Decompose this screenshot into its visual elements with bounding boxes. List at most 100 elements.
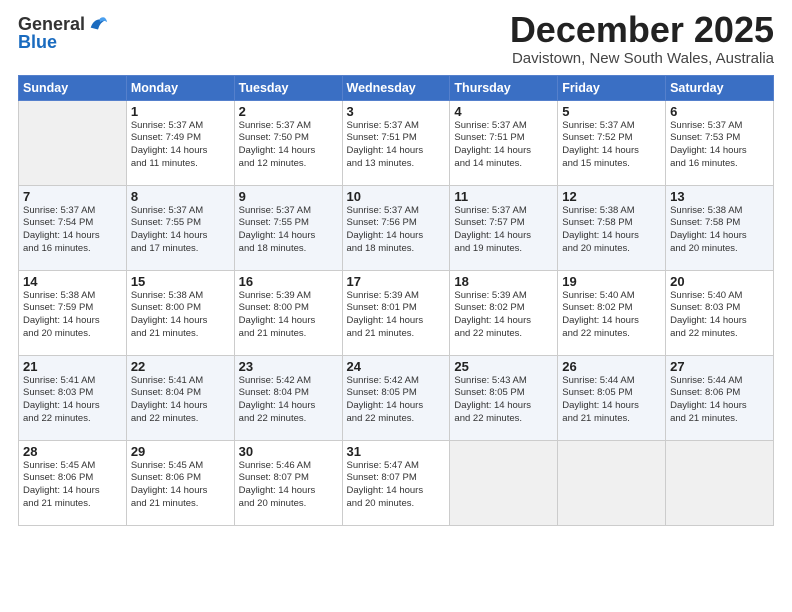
day-info: Sunrise: 5:39 AM Sunset: 8:02 PM Dayligh… xyxy=(454,290,553,341)
day-number: 5 xyxy=(562,104,661,119)
header: General Blue December 2025 Davistown, Ne… xyxy=(18,10,774,67)
logo: General Blue xyxy=(18,14,109,53)
day-info: Sunrise: 5:41 AM Sunset: 8:03 PM Dayligh… xyxy=(23,375,122,426)
calendar-cell: 14Sunrise: 5:38 AM Sunset: 7:59 PM Dayli… xyxy=(19,270,127,355)
calendar: SundayMondayTuesdayWednesdayThursdayFrid… xyxy=(18,75,774,526)
day-info: Sunrise: 5:46 AM Sunset: 8:07 PM Dayligh… xyxy=(239,460,338,511)
day-number: 2 xyxy=(239,104,338,119)
day-info: Sunrise: 5:41 AM Sunset: 8:04 PM Dayligh… xyxy=(131,375,230,426)
day-info: Sunrise: 5:37 AM Sunset: 7:53 PM Dayligh… xyxy=(670,120,769,171)
day-info: Sunrise: 5:40 AM Sunset: 8:02 PM Dayligh… xyxy=(562,290,661,341)
calendar-cell: 6Sunrise: 5:37 AM Sunset: 7:53 PM Daylig… xyxy=(666,100,774,185)
calendar-cell: 15Sunrise: 5:38 AM Sunset: 8:00 PM Dayli… xyxy=(126,270,234,355)
calendar-cell: 19Sunrise: 5:40 AM Sunset: 8:02 PM Dayli… xyxy=(558,270,666,355)
logo-blue-text: Blue xyxy=(18,32,109,53)
calendar-cell xyxy=(450,440,558,525)
day-info: Sunrise: 5:38 AM Sunset: 7:58 PM Dayligh… xyxy=(562,205,661,256)
title-block: December 2025 Davistown, New South Wales… xyxy=(510,10,774,67)
page: General Blue December 2025 Davistown, Ne… xyxy=(0,0,792,612)
calendar-cell xyxy=(666,440,774,525)
calendar-cell: 20Sunrise: 5:40 AM Sunset: 8:03 PM Dayli… xyxy=(666,270,774,355)
day-number: 16 xyxy=(239,274,338,289)
calendar-cell: 24Sunrise: 5:42 AM Sunset: 8:05 PM Dayli… xyxy=(342,355,450,440)
day-info: Sunrise: 5:37 AM Sunset: 7:50 PM Dayligh… xyxy=(239,120,338,171)
day-number: 29 xyxy=(131,444,230,459)
calendar-cell: 31Sunrise: 5:47 AM Sunset: 8:07 PM Dayli… xyxy=(342,440,450,525)
day-number: 3 xyxy=(347,104,446,119)
day-number: 6 xyxy=(670,104,769,119)
day-info: Sunrise: 5:37 AM Sunset: 7:51 PM Dayligh… xyxy=(347,120,446,171)
day-info: Sunrise: 5:45 AM Sunset: 8:06 PM Dayligh… xyxy=(131,460,230,511)
calendar-cell: 17Sunrise: 5:39 AM Sunset: 8:01 PM Dayli… xyxy=(342,270,450,355)
calendar-cell: 27Sunrise: 5:44 AM Sunset: 8:06 PM Dayli… xyxy=(666,355,774,440)
day-info: Sunrise: 5:37 AM Sunset: 7:55 PM Dayligh… xyxy=(131,205,230,256)
calendar-cell: 2Sunrise: 5:37 AM Sunset: 7:50 PM Daylig… xyxy=(234,100,342,185)
calendar-cell: 28Sunrise: 5:45 AM Sunset: 8:06 PM Dayli… xyxy=(19,440,127,525)
day-info: Sunrise: 5:37 AM Sunset: 7:51 PM Dayligh… xyxy=(454,120,553,171)
calendar-cell: 16Sunrise: 5:39 AM Sunset: 8:00 PM Dayli… xyxy=(234,270,342,355)
day-info: Sunrise: 5:37 AM Sunset: 7:49 PM Dayligh… xyxy=(131,120,230,171)
day-number: 13 xyxy=(670,189,769,204)
day-info: Sunrise: 5:39 AM Sunset: 8:01 PM Dayligh… xyxy=(347,290,446,341)
day-number: 27 xyxy=(670,359,769,374)
calendar-cell xyxy=(558,440,666,525)
day-number: 18 xyxy=(454,274,553,289)
calendar-header-wednesday: Wednesday xyxy=(342,75,450,100)
day-info: Sunrise: 5:42 AM Sunset: 8:04 PM Dayligh… xyxy=(239,375,338,426)
calendar-cell: 8Sunrise: 5:37 AM Sunset: 7:55 PM Daylig… xyxy=(126,185,234,270)
calendar-cell: 5Sunrise: 5:37 AM Sunset: 7:52 PM Daylig… xyxy=(558,100,666,185)
day-info: Sunrise: 5:39 AM Sunset: 8:00 PM Dayligh… xyxy=(239,290,338,341)
day-number: 22 xyxy=(131,359,230,374)
day-info: Sunrise: 5:38 AM Sunset: 7:58 PM Dayligh… xyxy=(670,205,769,256)
day-info: Sunrise: 5:44 AM Sunset: 8:05 PM Dayligh… xyxy=(562,375,661,426)
calendar-cell: 30Sunrise: 5:46 AM Sunset: 8:07 PM Dayli… xyxy=(234,440,342,525)
calendar-cell: 22Sunrise: 5:41 AM Sunset: 8:04 PM Dayli… xyxy=(126,355,234,440)
logo-icon xyxy=(87,13,109,35)
calendar-header-thursday: Thursday xyxy=(450,75,558,100)
day-info: Sunrise: 5:38 AM Sunset: 7:59 PM Dayligh… xyxy=(23,290,122,341)
day-number: 20 xyxy=(670,274,769,289)
calendar-cell: 9Sunrise: 5:37 AM Sunset: 7:55 PM Daylig… xyxy=(234,185,342,270)
day-number: 25 xyxy=(454,359,553,374)
day-number: 23 xyxy=(239,359,338,374)
day-info: Sunrise: 5:40 AM Sunset: 8:03 PM Dayligh… xyxy=(670,290,769,341)
calendar-cell: 4Sunrise: 5:37 AM Sunset: 7:51 PM Daylig… xyxy=(450,100,558,185)
day-number: 21 xyxy=(23,359,122,374)
day-info: Sunrise: 5:45 AM Sunset: 8:06 PM Dayligh… xyxy=(23,460,122,511)
day-info: Sunrise: 5:47 AM Sunset: 8:07 PM Dayligh… xyxy=(347,460,446,511)
calendar-cell: 7Sunrise: 5:37 AM Sunset: 7:54 PM Daylig… xyxy=(19,185,127,270)
day-number: 11 xyxy=(454,189,553,204)
day-number: 10 xyxy=(347,189,446,204)
calendar-header-tuesday: Tuesday xyxy=(234,75,342,100)
calendar-cell xyxy=(19,100,127,185)
calendar-header-sunday: Sunday xyxy=(19,75,127,100)
calendar-week-row: 7Sunrise: 5:37 AM Sunset: 7:54 PM Daylig… xyxy=(19,185,774,270)
calendar-cell: 29Sunrise: 5:45 AM Sunset: 8:06 PM Dayli… xyxy=(126,440,234,525)
day-number: 1 xyxy=(131,104,230,119)
day-info: Sunrise: 5:43 AM Sunset: 8:05 PM Dayligh… xyxy=(454,375,553,426)
calendar-cell: 25Sunrise: 5:43 AM Sunset: 8:05 PM Dayli… xyxy=(450,355,558,440)
calendar-cell: 13Sunrise: 5:38 AM Sunset: 7:58 PM Dayli… xyxy=(666,185,774,270)
day-number: 14 xyxy=(23,274,122,289)
calendar-cell: 1Sunrise: 5:37 AM Sunset: 7:49 PM Daylig… xyxy=(126,100,234,185)
day-number: 7 xyxy=(23,189,122,204)
calendar-header-row: SundayMondayTuesdayWednesdayThursdayFrid… xyxy=(19,75,774,100)
calendar-week-row: 1Sunrise: 5:37 AM Sunset: 7:49 PM Daylig… xyxy=(19,100,774,185)
calendar-header-friday: Friday xyxy=(558,75,666,100)
day-number: 28 xyxy=(23,444,122,459)
calendar-cell: 26Sunrise: 5:44 AM Sunset: 8:05 PM Dayli… xyxy=(558,355,666,440)
calendar-week-row: 14Sunrise: 5:38 AM Sunset: 7:59 PM Dayli… xyxy=(19,270,774,355)
day-number: 9 xyxy=(239,189,338,204)
day-number: 8 xyxy=(131,189,230,204)
day-info: Sunrise: 5:42 AM Sunset: 8:05 PM Dayligh… xyxy=(347,375,446,426)
day-number: 19 xyxy=(562,274,661,289)
day-number: 15 xyxy=(131,274,230,289)
day-info: Sunrise: 5:44 AM Sunset: 8:06 PM Dayligh… xyxy=(670,375,769,426)
calendar-cell: 10Sunrise: 5:37 AM Sunset: 7:56 PM Dayli… xyxy=(342,185,450,270)
day-info: Sunrise: 5:37 AM Sunset: 7:55 PM Dayligh… xyxy=(239,205,338,256)
day-info: Sunrise: 5:37 AM Sunset: 7:52 PM Dayligh… xyxy=(562,120,661,171)
calendar-cell: 3Sunrise: 5:37 AM Sunset: 7:51 PM Daylig… xyxy=(342,100,450,185)
calendar-header-monday: Monday xyxy=(126,75,234,100)
day-number: 26 xyxy=(562,359,661,374)
location: Davistown, New South Wales, Australia xyxy=(510,50,774,67)
